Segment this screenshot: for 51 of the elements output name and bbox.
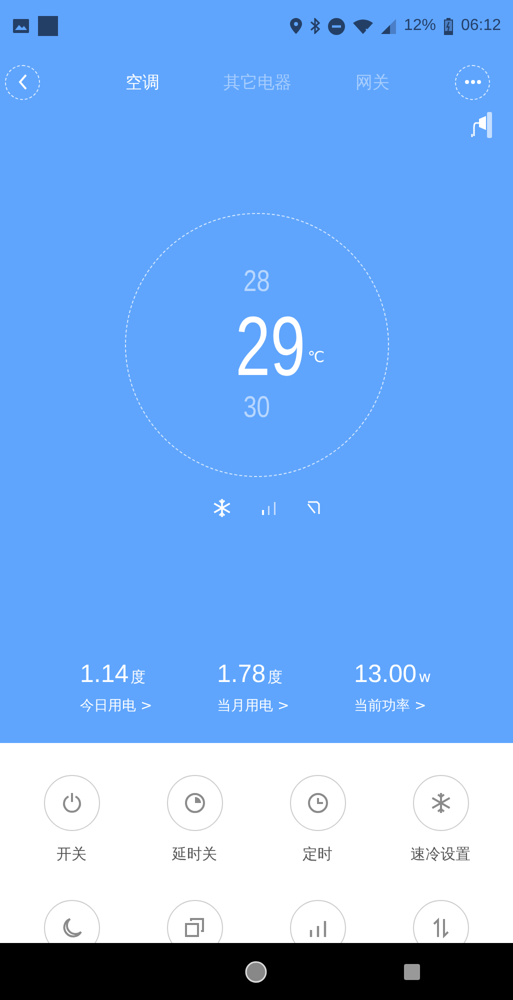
- tab[interactable]: 网关: [356, 70, 390, 94]
- moon-icon: [60, 917, 82, 939]
- tab[interactable]: 空调: [126, 70, 160, 94]
- control-label: 延时关: [172, 844, 217, 865]
- tab[interactable]: 其它电器: [224, 70, 292, 94]
- temperature-dial[interactable]: 28 29℃ 30: [124, 213, 388, 477]
- stat-link[interactable]: 当前功率 >: [354, 697, 491, 715]
- control-label: 定时: [302, 844, 332, 865]
- current-temperature: 29: [236, 304, 306, 388]
- stat-link[interactable]: 今日用电 >: [80, 697, 217, 715]
- back-icon: [18, 74, 28, 90]
- do-not-disturb-icon: [328, 18, 345, 34]
- control-button[interactable]: [290, 900, 346, 943]
- stat-value: 13.00: [354, 660, 417, 689]
- power-icon: [60, 792, 82, 814]
- stat-unit: w: [418, 668, 431, 686]
- location-icon: [290, 18, 302, 34]
- battery-percent: 12%: [404, 17, 436, 35]
- square-icon: [38, 16, 58, 36]
- wifi-icon: [352, 18, 373, 34]
- stat-value: 1.14: [80, 660, 129, 689]
- more-button[interactable]: [455, 64, 490, 100]
- home-button[interactable]: [245, 960, 267, 982]
- control-label: 速冷设置: [410, 844, 470, 865]
- more-icon: [464, 80, 480, 84]
- temperature-option[interactable]: 30: [243, 390, 270, 426]
- stat-unit: 度: [130, 668, 146, 687]
- image-icon: [13, 19, 29, 33]
- stat-link[interactable]: 当月用电 >: [217, 697, 354, 715]
- recents-button[interactable]: [404, 964, 420, 980]
- stat-unit: 度: [268, 668, 283, 687]
- swing-icon[interactable]: [306, 501, 320, 515]
- control-button[interactable]: [412, 900, 468, 943]
- plug-icon[interactable]: [471, 112, 493, 138]
- signal-icon: [380, 18, 396, 34]
- pie-clock-icon: [184, 792, 206, 814]
- copy-icon: [184, 917, 206, 939]
- temperature-option[interactable]: 28: [243, 264, 270, 300]
- snowflake-icon[interactable]: [212, 499, 230, 517]
- battery-icon: [444, 18, 453, 34]
- bluetooth-icon: [310, 18, 320, 34]
- stat-value: 1.78: [217, 660, 266, 689]
- snowflake-icon: [430, 792, 452, 814]
- control-button[interactable]: [166, 900, 222, 943]
- back-button[interactable]: [5, 64, 40, 100]
- temperature-unit: ℃: [308, 348, 325, 366]
- clock-time: 06:12: [460, 17, 501, 35]
- control-button[interactable]: [44, 900, 100, 943]
- fan-speed-icon[interactable]: [260, 501, 276, 515]
- control-label: 开关: [56, 844, 86, 865]
- clock-icon: [306, 792, 328, 814]
